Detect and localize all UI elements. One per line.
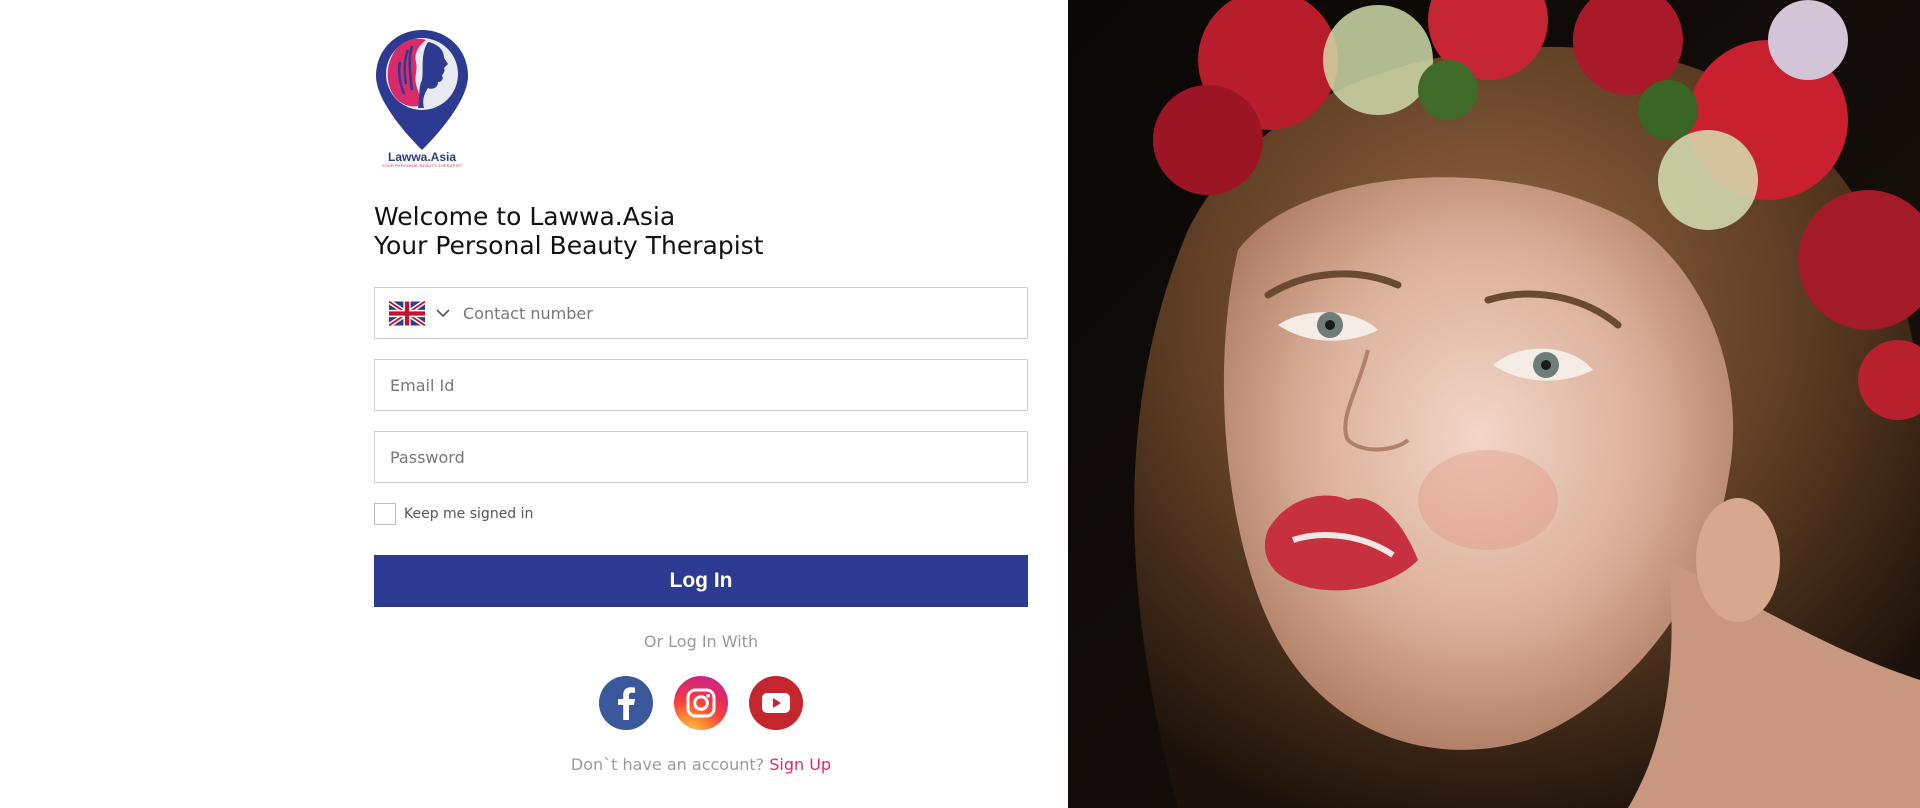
email-field bbox=[374, 359, 1028, 411]
uk-flag-icon[interactable] bbox=[389, 301, 425, 326]
facebook-login-button[interactable] bbox=[599, 676, 653, 730]
facebook-icon bbox=[618, 687, 635, 720]
instagram-icon bbox=[686, 688, 716, 718]
page-title-line-2: Your Personal Beauty Therapist bbox=[374, 231, 764, 260]
keep-signed-in: Keep me signed in bbox=[374, 503, 533, 525]
contact-number-input[interactable] bbox=[448, 288, 1008, 338]
social-login-heading: Or Log In With bbox=[643, 632, 759, 651]
login-button[interactable]: Log In bbox=[374, 555, 1028, 607]
logo-wordmark: Lawwa.Asia bbox=[387, 150, 457, 164]
contact-number-field bbox=[374, 287, 1028, 339]
hero-image-panel bbox=[1068, 0, 1920, 808]
keep-signed-in-label[interactable]: Keep me signed in bbox=[404, 506, 533, 522]
password-field bbox=[374, 431, 1028, 483]
model-portrait-image bbox=[1068, 0, 1920, 808]
keep-signed-in-checkbox[interactable] bbox=[374, 503, 396, 525]
signup-prompt: Don`t have an account? Sign Up bbox=[374, 755, 1028, 774]
email-input[interactable] bbox=[375, 360, 1027, 410]
signup-prompt-text: Don`t have an account? bbox=[570, 755, 765, 774]
instagram-login-button[interactable] bbox=[674, 676, 728, 730]
signup-link[interactable]: Sign Up bbox=[769, 755, 831, 774]
page-title-line-1: Welcome to Lawwa.Asia bbox=[374, 202, 676, 231]
lawwa-logo-icon bbox=[376, 30, 468, 150]
logo-tagline: YOUR PERSONAL BEAUTY THERAPIST bbox=[381, 163, 463, 168]
youtube-icon bbox=[762, 693, 790, 713]
login-panel: Lawwa.Asia YOUR PERSONAL BEAUTY THERAPIS… bbox=[0, 0, 1068, 808]
page-title: Welcome to Lawwa.Asia Your Personal Beau… bbox=[374, 202, 764, 260]
youtube-login-button[interactable] bbox=[749, 676, 803, 730]
password-input[interactable] bbox=[375, 432, 1027, 482]
